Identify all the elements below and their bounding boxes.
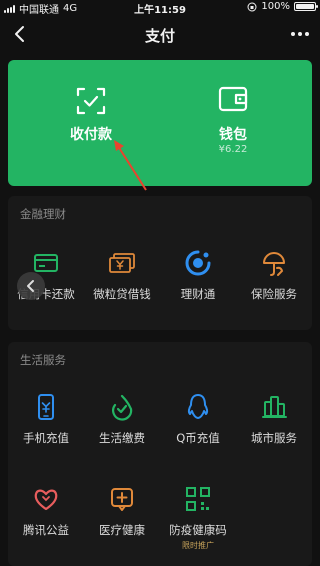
- wallet-balance: ¥6.22: [218, 144, 248, 155]
- wallet-icon: [218, 86, 248, 112]
- phone-recharge-item[interactable]: 手机充值: [8, 392, 84, 456]
- orientation-lock-icon: [247, 2, 257, 11]
- qr-code-icon: [186, 487, 210, 511]
- phone-recharge-label: 手机充值: [23, 431, 69, 445]
- scroll-left-button[interactable]: [17, 272, 45, 300]
- chevron-left-icon: [27, 280, 34, 292]
- city-buildings-icon: [262, 396, 287, 418]
- finance-section-title: 金融理财: [20, 207, 66, 221]
- utility-payment-label: 生活缴费: [99, 431, 145, 445]
- medical-health-item[interactable]: 医疗健康: [84, 484, 160, 548]
- life-section-title: 生活服务: [20, 353, 66, 367]
- wealth-circle-icon: [185, 250, 211, 276]
- more-dots-icon[interactable]: [286, 22, 314, 46]
- penguin-icon: [187, 394, 209, 419]
- umbrella-hand-icon: [263, 252, 285, 276]
- insurance-label: 保险服务: [251, 287, 297, 301]
- page-title: 支付: [144, 27, 175, 45]
- city-service-item[interactable]: 城市服务: [236, 392, 312, 456]
- battery-percent: 100%: [261, 1, 290, 12]
- scan-check-icon: [76, 87, 106, 115]
- promo-badge: 限时推广: [182, 541, 214, 550]
- licaitong-item[interactable]: 理财通: [160, 248, 236, 312]
- receive-pay-label: 收付款: [70, 127, 112, 143]
- medical-plus-icon: [111, 488, 133, 511]
- medical-health-label: 医疗健康: [99, 523, 145, 537]
- yen-bills-icon: [109, 253, 135, 273]
- nav-bar: 支付: [0, 14, 320, 54]
- finance-section: 金融理财 信用卡还款 微粒贷借钱 理财通 保险服务: [8, 196, 312, 330]
- wallet-button[interactable]: 钱包 ¥6.22: [158, 60, 308, 186]
- life-section: 生活服务 手机充值 生活缴费 Q币充值 城市服务 腾讯公益 医疗健康 防疫健康码…: [8, 342, 312, 566]
- battery-icon: [294, 2, 318, 11]
- tencent-charity-item[interactable]: 腾讯公益: [8, 484, 84, 548]
- leaf-check-icon: [112, 394, 133, 421]
- pay-card: 收付款 钱包 ¥6.22: [8, 60, 312, 186]
- phone-icon: [38, 394, 54, 420]
- weili-loan-label: 微粒贷借钱: [93, 287, 151, 301]
- heart-icon: [34, 489, 58, 511]
- weili-loan-item[interactable]: 微粒贷借钱: [84, 248, 160, 312]
- licaitong-label: 理财通: [180, 287, 216, 301]
- wallet-label: 钱包: [219, 127, 247, 143]
- status-bar: 中国联通 4G 上午11:59 100%: [0, 0, 320, 16]
- health-code-item[interactable]: 防疫健康码 限时推广: [160, 484, 236, 550]
- tencent-charity-label: 腾讯公益: [23, 523, 69, 537]
- insurance-item[interactable]: 保险服务: [236, 248, 312, 312]
- health-code-label: 防疫健康码: [169, 523, 227, 537]
- utility-payment-item[interactable]: 生活缴费: [84, 392, 160, 456]
- receive-pay-button[interactable]: 收付款: [16, 60, 166, 186]
- qcoin-recharge-label: Q币充值: [176, 431, 220, 445]
- qcoin-recharge-item[interactable]: Q币充值: [160, 392, 236, 456]
- city-service-label: 城市服务: [251, 431, 297, 445]
